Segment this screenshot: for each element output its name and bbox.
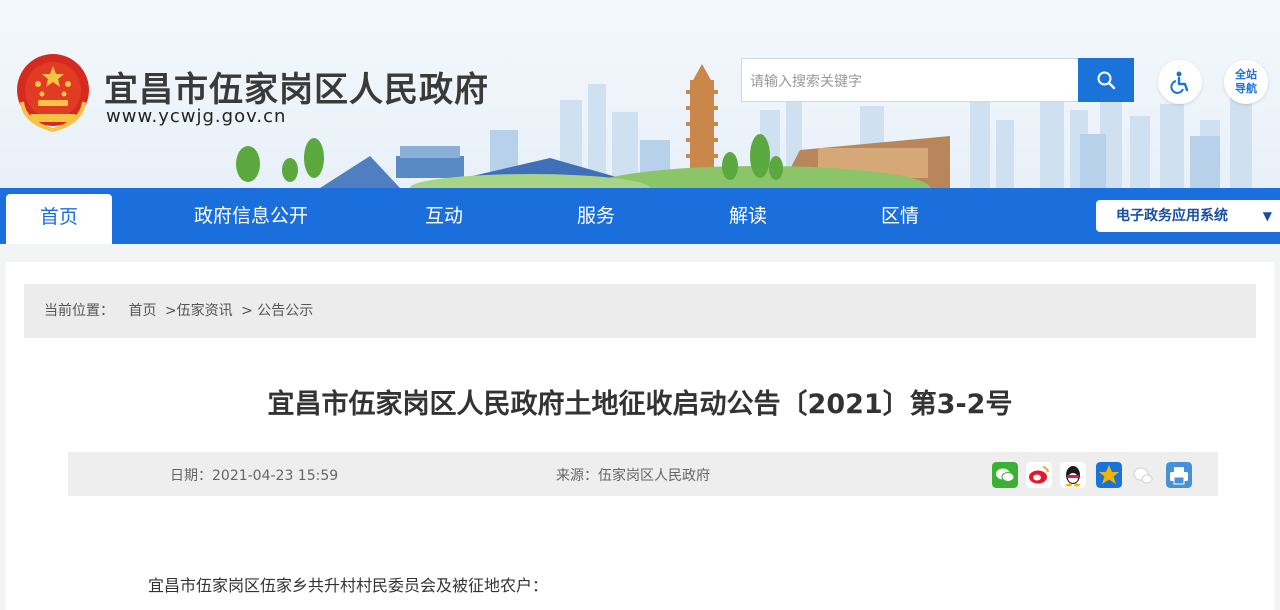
qq-share-icon[interactable] <box>1060 462 1086 488</box>
search-icon <box>1097 71 1116 90</box>
weibo-share-icon[interactable] <box>1026 462 1052 488</box>
breadcrumb-prefix: 当前位置： <box>44 303 114 319</box>
nav-item-home[interactable]: 首页 <box>6 194 112 244</box>
search-button[interactable] <box>1078 58 1134 102</box>
wechat-share-icon[interactable] <box>992 462 1018 488</box>
site-url: www.ycwjg.gov.cn <box>106 106 287 127</box>
e-gov-system-dropdown[interactable]: 电子政务应用系统 ▼ <box>1096 200 1280 232</box>
search-input[interactable]: 请输入搜索关键字 <box>741 58 1079 102</box>
e-gov-system-label: 电子政务应用系统 <box>1116 208 1228 224</box>
national-emblem-logo <box>17 54 89 133</box>
article-source: 来源：伍家岗区人民政府 <box>556 468 710 484</box>
chevron-down-icon: ▼ <box>1262 209 1272 223</box>
article-date: 日期：2021-04-23 15:59 <box>170 468 339 484</box>
article-meta-bar: 日期：2021-04-23 15:59 来源：伍家岗区人民政府 <box>68 452 1218 496</box>
site-navigation-button[interactable]: 全站 导航 <box>1224 60 1268 104</box>
breadcrumb-news[interactable]: >伍家资讯 <box>165 303 233 319</box>
friend-share-icon[interactable] <box>1130 462 1156 488</box>
main-navigation: 首页 政府信息公开 互动 服务 解读 区情 <box>0 188 1280 244</box>
nav-item-interaction[interactable]: 互动 <box>404 188 484 244</box>
article-body-first-line: 宜昌市伍家岗区伍家乡共升村村民委员会及被征地农户： <box>148 576 549 595</box>
nav-item-district-info[interactable]: 区情 <box>860 188 940 244</box>
nav-item-services[interactable]: 服务 <box>556 188 636 244</box>
wheelchair-icon <box>1170 71 1189 94</box>
site-header: 宜昌市伍家岗区人民政府 www.ycwjg.gov.cn 请输入搜索关键字 全站… <box>0 0 1280 188</box>
nav-item-gov-info[interactable]: 政府信息公开 <box>176 188 326 244</box>
site-navigation-label-line2: 导航 <box>1235 82 1257 95</box>
accessibility-button[interactable] <box>1158 60 1202 104</box>
qzone-share-icon[interactable] <box>1096 462 1122 488</box>
site-title: 宜昌市伍家岗区人民政府 <box>104 70 489 110</box>
breadcrumb: 当前位置： 首页 >伍家资讯 > 公告公示 <box>24 284 1256 338</box>
breadcrumb-home[interactable]: 首页 <box>128 303 156 319</box>
breadcrumb-notices[interactable]: > 公告公示 <box>241 303 313 319</box>
print-icon[interactable] <box>1166 462 1192 488</box>
site-navigation-label-line1: 全站 <box>1235 68 1257 81</box>
article-title: 宜昌市伍家岗区人民政府土地征收启动公告〔2021〕第3-2号 <box>267 389 1013 420</box>
nav-item-interpretation[interactable]: 解读 <box>708 188 788 244</box>
